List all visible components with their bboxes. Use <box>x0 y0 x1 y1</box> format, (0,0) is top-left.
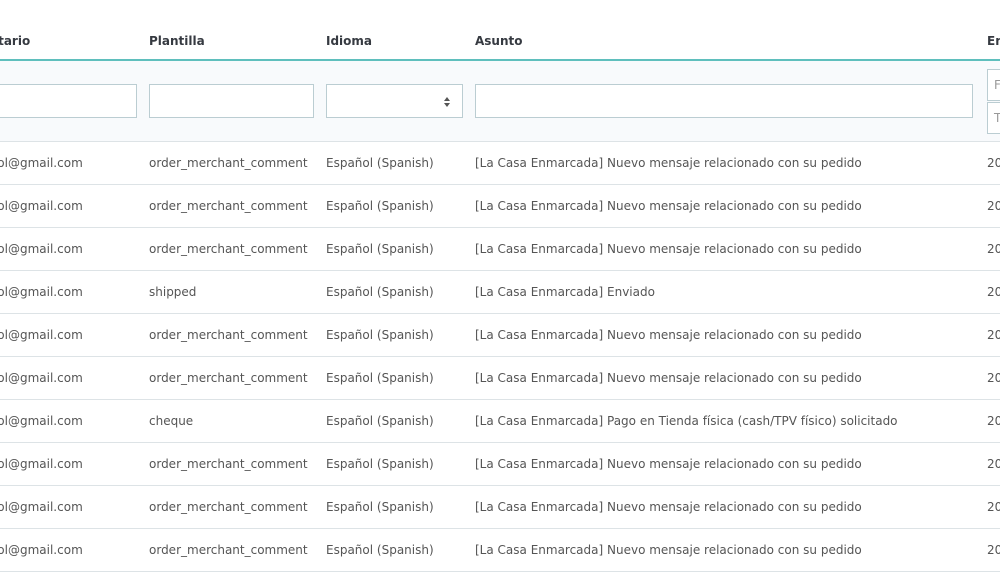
table-row[interactable]: mpol@gmail.com order_merchant_comment Espa… <box>0 185 1000 228</box>
cell-template: order_merchant_comment <box>149 457 308 471</box>
cell-recipient: mpol@gmail.com <box>0 328 83 342</box>
cell-language: Español (Spanish) <box>326 371 434 385</box>
cell-template: order_merchant_comment <box>149 156 308 170</box>
cell-sent: 20 <box>987 500 1000 514</box>
filter-row: F T <box>0 61 1000 142</box>
cell-template: order_merchant_comment <box>149 199 308 213</box>
cell-subject: [La Casa Enmarcada] Enviado <box>475 285 655 299</box>
recipient-filter-input[interactable] <box>0 84 137 118</box>
cell-subject: [La Casa Enmarcada] Nuevo mensaje relaci… <box>475 543 862 557</box>
subject-filter-input[interactable] <box>475 84 973 118</box>
cell-sent: 20 <box>987 457 1000 471</box>
cell-language: Español (Spanish) <box>326 457 434 471</box>
cell-recipient: mpol@gmail.com <box>0 156 83 170</box>
cell-template: order_merchant_comment <box>149 543 308 557</box>
cell-language: Español (Spanish) <box>326 199 434 213</box>
template-filter-input[interactable] <box>149 84 314 118</box>
cell-language: Español (Spanish) <box>326 285 434 299</box>
cell-subject: [La Casa Enmarcada] Nuevo mensaje relaci… <box>475 371 862 385</box>
cell-recipient: mpol@gmail.com <box>0 371 83 385</box>
cell-subject: [La Casa Enmarcada] Nuevo mensaje relaci… <box>475 457 862 471</box>
cell-template: cheque <box>149 414 194 428</box>
cell-language: Español (Spanish) <box>326 500 434 514</box>
cell-language: Español (Spanish) <box>326 328 434 342</box>
cell-language: Español (Spanish) <box>326 543 434 557</box>
cell-subject: [La Casa Enmarcada] Nuevo mensaje relaci… <box>475 242 862 256</box>
cell-template: order_merchant_comment <box>149 500 308 514</box>
cell-recipient: mpol@gmail.com <box>0 414 83 428</box>
cell-recipient: mpol@gmail.com <box>0 199 83 213</box>
cell-recipient: mpol@gmail.com <box>0 457 83 471</box>
header-subject[interactable]: Asunto <box>475 34 523 48</box>
table-row[interactable]: mpol@gmail.com order_merchant_comment Espa… <box>0 357 1000 400</box>
cell-sent: 20 <box>987 199 1000 213</box>
cell-recipient: mpol@gmail.com <box>0 543 83 557</box>
date-from-input[interactable]: F <box>987 69 1000 101</box>
cell-recipient: mpol@gmail.com <box>0 285 83 299</box>
cell-sent: 20 <box>987 543 1000 557</box>
cell-sent: 20 <box>987 285 1000 299</box>
table-row[interactable]: mpol@gmail.com order_merchant_comment Espa… <box>0 443 1000 486</box>
table-row[interactable]: mpol@gmail.com shipped Español (Spanish) [L… <box>0 271 1000 314</box>
table-row[interactable]: mpol@gmail.com order_merchant_comment Espa… <box>0 228 1000 271</box>
header-recipient[interactable]: atario <box>0 34 30 48</box>
table-row[interactable]: mpol@gmail.com order_merchant_comment Espa… <box>0 314 1000 357</box>
cell-language: Español (Spanish) <box>326 156 434 170</box>
cell-subject: [La Casa Enmarcada] Nuevo mensaje relaci… <box>475 156 862 170</box>
cell-subject: [La Casa Enmarcada] Nuevo mensaje relaci… <box>475 500 862 514</box>
cell-sent: 20 <box>987 242 1000 256</box>
cell-sent: 20 <box>987 414 1000 428</box>
table-row[interactable]: mpol@gmail.com order_merchant_comment Espa… <box>0 529 1000 572</box>
table-header: atario Plantilla Idioma Asunto En <box>0 0 1000 61</box>
cell-template: order_merchant_comment <box>149 371 308 385</box>
cell-subject: [La Casa Enmarcada] Nuevo mensaje relaci… <box>475 328 862 342</box>
table-row[interactable]: mpol@gmail.com cheque Español (Spanish) [La… <box>0 400 1000 443</box>
header-language[interactable]: Idioma <box>326 34 372 48</box>
cell-sent: 20 <box>987 371 1000 385</box>
cell-subject: [La Casa Enmarcada] Nuevo mensaje relaci… <box>475 199 862 213</box>
header-sent[interactable]: En <box>987 34 1000 48</box>
email-log-table: atario Plantilla Idioma Asunto En F T mp… <box>0 0 1000 572</box>
table-row[interactable]: mpol@gmail.com order_merchant_comment Espa… <box>0 486 1000 529</box>
table-row[interactable]: mpol@gmail.com order_merchant_comment Espa… <box>0 142 1000 185</box>
cell-recipient: mpol@gmail.com <box>0 500 83 514</box>
header-template[interactable]: Plantilla <box>149 34 205 48</box>
cell-recipient: mpol@gmail.com <box>0 242 83 256</box>
cell-language: Español (Spanish) <box>326 414 434 428</box>
cell-sent: 20 <box>987 328 1000 342</box>
date-to-input[interactable]: T <box>987 102 1000 134</box>
cell-subject: [La Casa Enmarcada] Pago en Tienda físic… <box>475 414 898 428</box>
cell-template: order_merchant_comment <box>149 242 308 256</box>
language-filter-select[interactable] <box>326 84 463 118</box>
cell-sent: 20 <box>987 156 1000 170</box>
cell-template: shipped <box>149 285 197 299</box>
cell-template: order_merchant_comment <box>149 328 308 342</box>
cell-language: Español (Spanish) <box>326 242 434 256</box>
